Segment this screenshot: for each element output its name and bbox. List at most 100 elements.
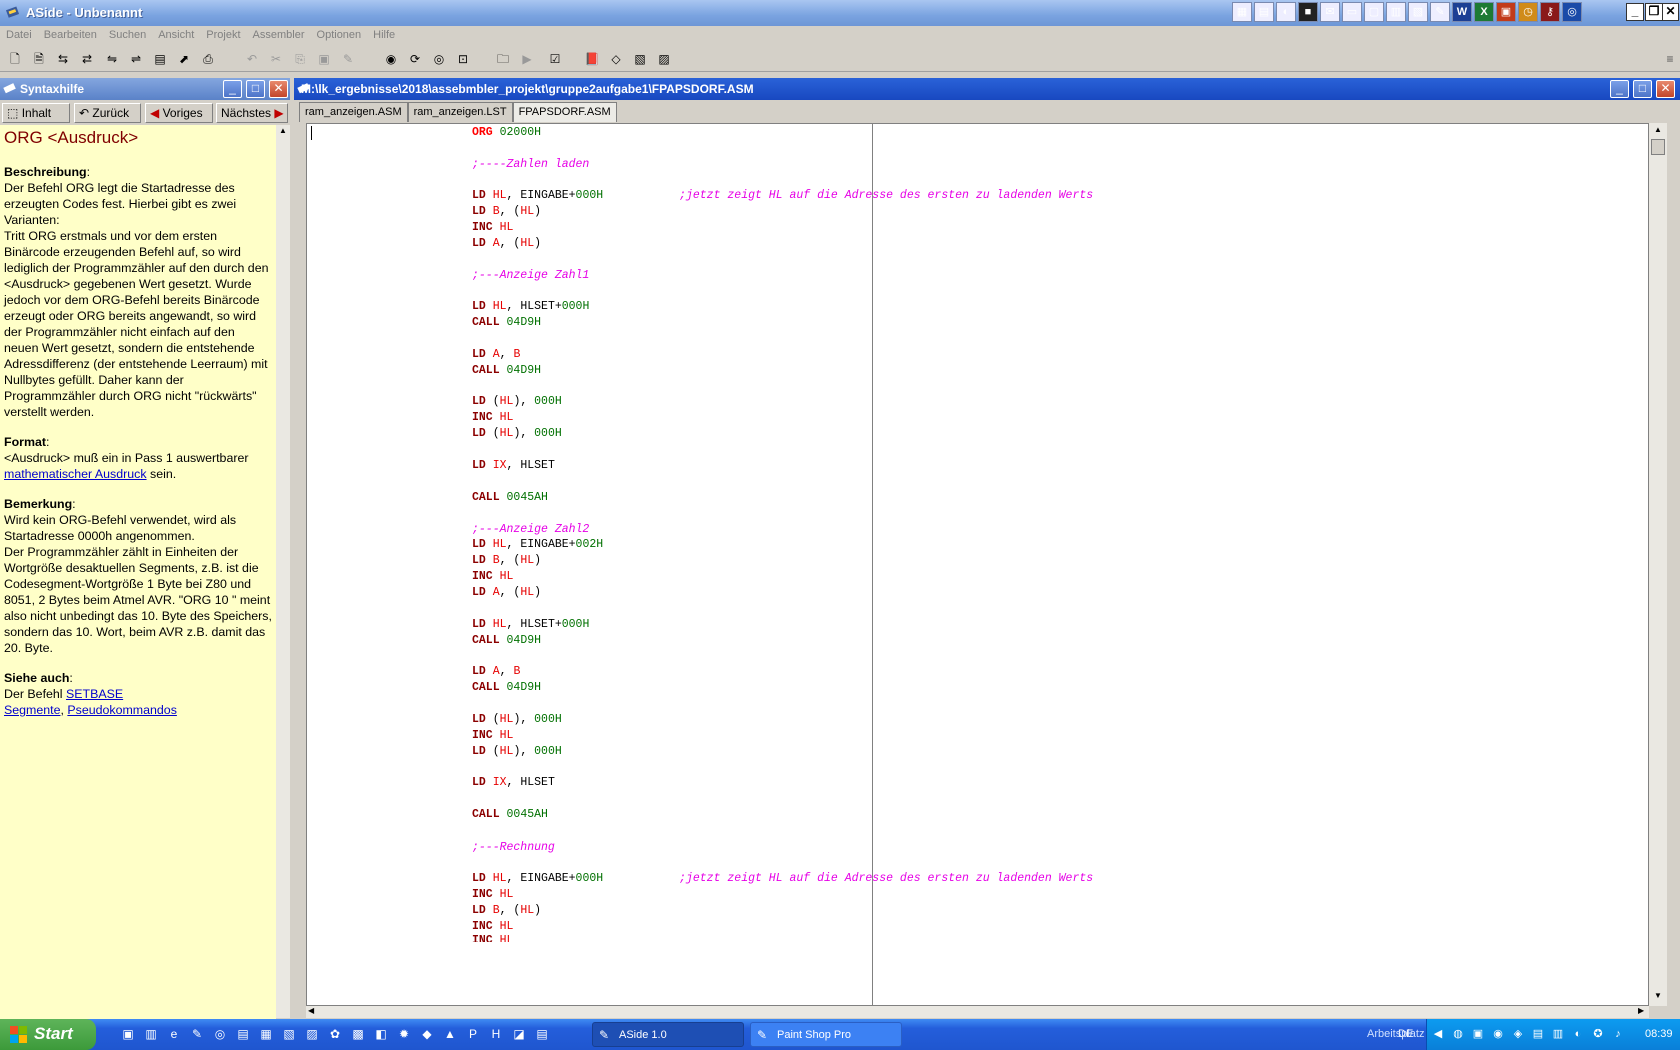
back-button[interactable]: ↶ Zurück [74, 103, 141, 123]
ql-app-e-icon[interactable]: ▨ [304, 1026, 320, 1042]
menu-assembler[interactable]: Assembler [247, 26, 311, 46]
ql-outlook-icon[interactable]: ◎ [1562, 2, 1582, 22]
scroll-down-icon[interactable]: ▼ [1651, 991, 1665, 1003]
ql-app-icon-2[interactable]: ▤ [1254, 2, 1274, 22]
tab-ram-anzeigen-lst[interactable]: ram_anzeigen.LST [407, 102, 513, 122]
menu-datei[interactable]: Datei [0, 26, 38, 46]
editor-minimize-icon[interactable]: _ [1610, 80, 1629, 98]
ql-ie-icon[interactable]: e [166, 1026, 182, 1042]
tab-fpapsdorf-asm[interactable]: FPAPSDORF.ASM [512, 102, 617, 122]
ql-card-icon[interactable]: ▥ [1386, 2, 1406, 22]
ql-word-icon[interactable]: W [1452, 2, 1472, 22]
pseudokommandos-link[interactable]: Pseudokommandos [67, 703, 177, 717]
ql-app-m-icon[interactable]: H [488, 1026, 504, 1042]
help-minimize-icon[interactable]: _ [223, 80, 242, 98]
help-maximize-icon[interactable]: □ [246, 80, 265, 98]
close-icon[interactable]: ✕ [1662, 3, 1679, 21]
ql-tool-icon[interactable]: ✎ [189, 1026, 205, 1042]
ql-clock-icon[interactable]: ◷ [1518, 2, 1538, 22]
tray-volume-icon[interactable]: ♪ [1611, 1027, 1625, 1041]
ql-app-icon-3[interactable]: ◐ [1276, 2, 1296, 22]
ql-window-icon[interactable]: ▭ [1342, 2, 1362, 22]
ql-excel-icon[interactable]: X [1474, 2, 1494, 22]
prev-button[interactable]: ◀ Voriges [145, 103, 213, 123]
menu-projekt[interactable]: Projekt [200, 26, 246, 46]
undo-icon[interactable]: ↶ [244, 51, 260, 67]
next-button[interactable]: Nächstes ▶ [216, 103, 288, 123]
goto-icon[interactable]: ⊡ [455, 51, 471, 67]
tray-info-icon[interactable]: ◐ [1571, 1027, 1585, 1041]
task-aside[interactable]: ✎ ASide 1.0 [592, 1022, 744, 1047]
editor-horizontal-scrollbar[interactable]: ◀ ▶ [306, 1006, 1649, 1018]
run-icon[interactable]: ▶ [519, 51, 535, 67]
tray-back-icon[interactable]: ◀ [1431, 1027, 1445, 1041]
find-replace-icon[interactable]: ⟳ [407, 51, 423, 67]
tray-update-icon[interactable]: ✪ [1591, 1027, 1605, 1041]
find-next-icon[interactable]: ◎ [431, 51, 447, 67]
scroll-thumb[interactable] [1651, 139, 1665, 155]
open-project-icon[interactable]: ⇄ [79, 51, 95, 67]
ql-app-h-icon[interactable]: ◧ [373, 1026, 389, 1042]
tray-app-icon[interactable]: ▥ [1551, 1027, 1565, 1041]
ql-app-l-icon[interactable]: P [465, 1026, 481, 1042]
editor-close-icon[interactable]: ✕ [1656, 80, 1675, 98]
ql-app-icon-1[interactable]: ▦ [1232, 2, 1252, 22]
tray-sound-icon[interactable]: ◉ [1491, 1027, 1505, 1041]
ql-powerpoint-icon[interactable]: ▣ [1496, 2, 1516, 22]
print-icon[interactable]: ⎙ [200, 51, 216, 67]
start-button[interactable]: Start [0, 1019, 96, 1050]
save-all-icon[interactable]: ▤ [152, 51, 168, 67]
ql-app-b-icon[interactable]: ▤ [235, 1026, 251, 1042]
save-icon[interactable]: ⇋ [104, 51, 120, 67]
menu-bearbeiten[interactable]: Bearbeiten [38, 26, 103, 46]
help-book-icon[interactable]: 📕 [584, 51, 600, 67]
ql-app-g-icon[interactable]: ▩ [350, 1026, 366, 1042]
tray-monitor-icon[interactable]: ▣ [1471, 1027, 1485, 1041]
arbeitsplatz-label[interactable]: Arbeitsplatz [1367, 1028, 1424, 1040]
tray-usb-icon[interactable]: ▤ [1531, 1027, 1545, 1041]
save-as-icon[interactable]: ⇌ [128, 51, 144, 67]
math-expression-link[interactable]: mathematischer Ausdruck [4, 467, 147, 481]
ql-desktop-icon[interactable]: ▣ [120, 1026, 136, 1042]
tray-shield-icon[interactable]: ◈ [1511, 1027, 1525, 1041]
edit-icon[interactable]: ✎ [340, 51, 356, 67]
ql-note-icon[interactable]: ✎ [1430, 2, 1450, 22]
restore-icon[interactable]: ❐ [1645, 3, 1663, 21]
ql-media-icon[interactable]: ▥ [143, 1026, 159, 1042]
ql-app-i-icon[interactable]: ✹ [396, 1026, 412, 1042]
editor-maximize-icon[interactable]: □ [1633, 80, 1652, 98]
new-file-icon[interactable]: 🗋 [7, 51, 23, 67]
ql-app-o-icon[interactable]: ▤ [534, 1026, 550, 1042]
copy-icon[interactable]: ⎘ [292, 51, 308, 67]
ql-app-c-icon[interactable]: ▦ [258, 1026, 274, 1042]
ql-mail-icon[interactable]: ✉ [1320, 2, 1340, 22]
menu-hilfe[interactable]: Hilfe [367, 26, 401, 46]
menu-optionen[interactable]: Optionen [311, 26, 368, 46]
setbase-link[interactable]: SETBASE [66, 687, 123, 701]
ql-app-k-icon[interactable]: ▲ [442, 1026, 458, 1042]
ql-doc-icon[interactable]: ▧ [1408, 2, 1428, 22]
toolbar-chevron-icon[interactable]: ≡ [1662, 51, 1678, 67]
contents-button[interactable]: ⬚ Inhalt [2, 103, 70, 123]
minimize-icon[interactable]: _ [1626, 3, 1644, 21]
menu-ansicht[interactable]: Ansicht [152, 26, 200, 46]
scroll-up-icon[interactable]: ▲ [1651, 125, 1665, 137]
segmente-link[interactable]: Segmente [4, 703, 60, 717]
scroll-right-icon[interactable]: ▶ [1638, 1006, 1644, 1015]
new-doc-icon[interactable]: 🗎 [31, 51, 47, 67]
code-editor[interactable]: ORG 02000H ;----Zahlen laden LD HL, EING… [306, 123, 1649, 1006]
open-icon[interactable]: ⇆ [55, 51, 71, 67]
ql-app-icon-4[interactable]: ■ [1298, 2, 1318, 22]
help-close-icon[interactable]: ✕ [269, 80, 288, 98]
ql-clipboard-icon[interactable]: ▢ [1364, 2, 1384, 22]
ql-app-j-icon[interactable]: ◆ [419, 1026, 435, 1042]
editor-vertical-scrollbar[interactable]: ▲ ▼ [1649, 123, 1667, 1006]
scroll-left-icon[interactable]: ◀ [308, 1006, 314, 1015]
ql-access-icon[interactable]: ⚷ [1540, 2, 1560, 22]
cut-icon[interactable]: ✂ [268, 51, 284, 67]
ql-app-f-icon[interactable]: ✿ [327, 1026, 343, 1042]
help-scrollbar[interactable]: ▲ [276, 125, 290, 1018]
find-icon[interactable]: ◉ [383, 51, 399, 67]
tab-ram-anzeigen-asm[interactable]: ram_anzeigen.ASM [299, 102, 408, 122]
help-topic-icon[interactable]: ▧ [632, 51, 648, 67]
